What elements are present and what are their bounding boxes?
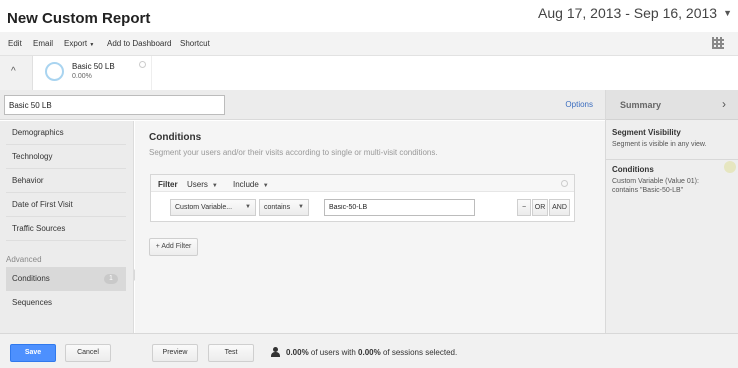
preview-button[interactable]: Preview [152,344,198,362]
qr-code-icon[interactable] [712,37,724,49]
nav-item-label: Conditions [12,274,50,283]
conditions-panel: Conditions Segment your users and/or the… [135,121,605,333]
filter-mode-value: Include [233,180,259,189]
summary-panel: Summary › Segment Visibility Segment is … [605,90,738,333]
chevron-down-icon: ▼ [298,204,304,210]
nav-section-advanced: Advanced [6,255,42,264]
test-button[interactable]: Test [208,344,254,362]
edit-icon[interactable] [724,161,736,173]
segment-pie-icon [45,62,64,81]
sessions-percent: 0.00% [358,348,381,357]
conditions-count-badge: 1 [104,274,118,284]
and-button[interactable]: AND [549,199,570,216]
remove-segment-icon[interactable] [139,61,146,68]
remove-condition-button[interactable]: − [517,199,531,216]
chevron-down-icon: ▼ [245,204,251,210]
summary-conditions-line1: Custom Variable (Value 01): [612,178,699,185]
summary-header[interactable]: Summary › [606,90,738,120]
users-percent: 0.00% [286,348,309,357]
filter-header: Filter Users ▼ Include ▼ [151,175,574,192]
report-toolbar: Edit Email Export ▼ Add to Dashboard Sho… [0,32,738,56]
nav-item-demographics[interactable]: Demographics [6,121,126,145]
date-range-label: Aug 17, 2013 - Sep 16, 2013 [538,5,718,21]
segment-editor: Options Demographics Technology Behavior… [0,90,738,368]
page-title: New Custom Report [7,10,151,27]
chevron-down-icon: ▼ [89,42,95,48]
users-mid-text: of users with [308,348,359,357]
filter-scope-dropdown[interactable]: Users ▼ [187,180,218,189]
nav-item-technology[interactable]: Technology [6,145,126,169]
save-button[interactable]: Save [10,344,56,362]
date-range-picker[interactable]: Aug 17, 2013 - Sep 16, 2013 ▼ [538,5,732,21]
condition-value-input[interactable] [324,199,475,216]
chevron-up-icon: ^ [11,66,16,77]
segment-chip-name: Basic 50 LB [72,62,115,71]
shortcut-button[interactable]: Shortcut [180,39,210,48]
nav-item-conditions[interactable]: Conditions 1 [6,267,126,291]
segment-strip: ^ Basic 50 LB 0.00% [0,56,738,90]
filter-mode-dropdown[interactable]: Include ▼ [233,180,269,189]
summary-title: Summary [620,100,662,110]
chevron-down-icon: ▼ [211,183,218,189]
nav-item-traffic-sources[interactable]: Traffic Sources [6,217,126,241]
nav-item-behavior[interactable]: Behavior [6,169,126,193]
segment-name-input[interactable] [4,95,225,115]
remove-filter-icon[interactable] [561,180,568,187]
operator-value: contains [264,204,291,211]
segment-chip-percent: 0.00% [72,73,92,80]
add-to-dashboard-button[interactable]: Add to Dashboard [107,39,172,48]
edit-button[interactable]: Edit [8,39,22,48]
sessions-end-text: of sessions selected. [380,348,458,357]
segment-visibility-title: Segment Visibility [612,128,681,137]
segment-chip[interactable]: Basic 50 LB 0.00% [35,56,152,90]
dimension-value: Custom Variable... [175,204,233,211]
or-button[interactable]: OR [532,199,548,216]
filter-label: Filter [158,180,178,189]
export-label: Export [64,39,88,48]
summary-divider [606,159,738,160]
report-header: New Custom Report Aug 17, 2013 - Sep 16,… [0,0,738,32]
nav-item-sequences[interactable]: Sequences [6,291,126,315]
filter-scope-value: Users [187,180,208,189]
conditions-title: Conditions [149,132,202,143]
summary-conditions-title: Conditions [612,165,654,174]
chevron-right-icon: › [722,97,726,111]
summary-conditions-line2: contains "Basic-50-LB" [612,187,684,194]
collapse-segments-button[interactable]: ^ [0,56,33,90]
email-button[interactable]: Email [33,39,53,48]
conditions-description: Segment your users and/or their visits a… [149,148,438,157]
options-link[interactable]: Options [565,100,593,109]
add-filter-button[interactable]: + Add Filter [149,238,198,256]
chevron-down-icon: ▼ [723,8,732,18]
user-icon [271,347,280,357]
segment-name-bar: Options [0,90,605,120]
segment-stats: 0.00% of users with 0.00% of sessions se… [286,348,457,357]
dimension-select[interactable]: Custom Variable... ▼ [170,199,256,216]
filter-box: Filter Users ▼ Include ▼ Custom Variable..… [150,174,575,222]
cancel-button[interactable]: Cancel [65,344,111,362]
editor-footer: Save Cancel Preview Test 0.00% of users … [0,333,738,368]
chevron-down-icon: ▼ [262,183,269,189]
nav-item-date-of-first-visit[interactable]: Date of First Visit [6,193,126,217]
operator-select[interactable]: contains ▼ [259,199,309,216]
export-button[interactable]: Export ▼ [64,39,94,48]
segment-category-nav: Demographics Technology Behavior Date of… [0,121,134,333]
segment-visibility-text: Segment is visible in any view. [612,141,707,148]
